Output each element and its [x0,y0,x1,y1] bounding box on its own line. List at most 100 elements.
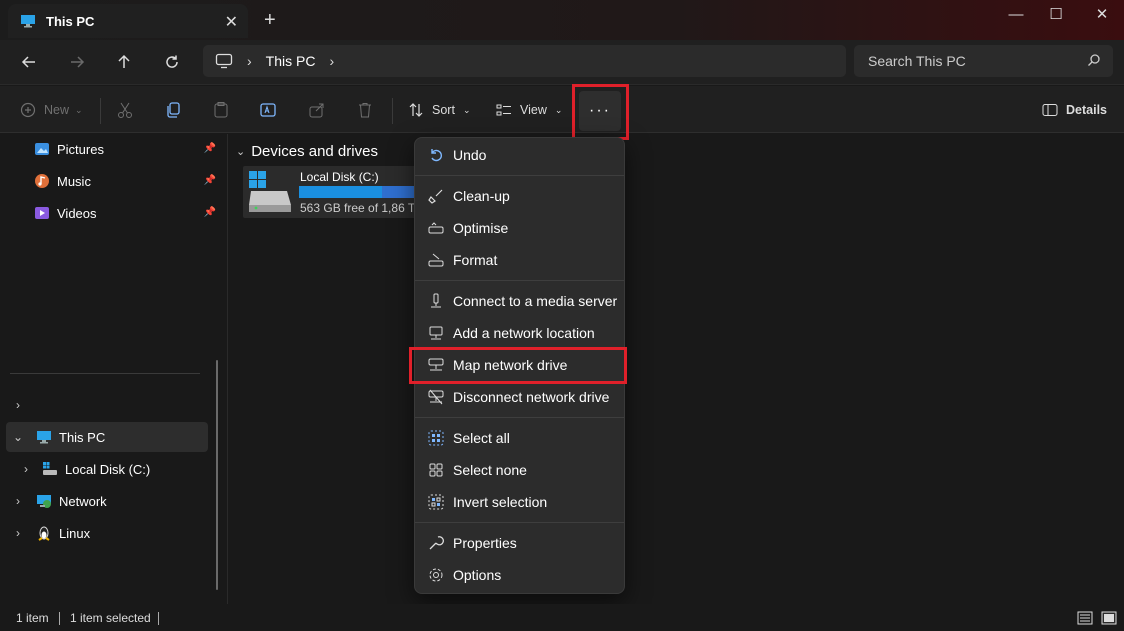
pane-divider[interactable] [227,134,228,604]
group-header-devices[interactable]: ⌄ Devices and drives [236,143,378,160]
chevron-right-icon[interactable]: › [0,494,36,508]
menu-divider [415,280,624,281]
drive-free-space: 563 GB free of 1,86 TB [300,201,424,215]
nav-scrollbar[interactable] [216,360,218,590]
chevron-right-icon[interactable]: › [0,398,36,412]
tab-title: This PC [46,13,95,29]
media-server-icon [431,293,441,308]
highlight-box [572,84,629,140]
menu-item-format[interactable]: Format [419,245,622,275]
nav-item-pictures[interactable]: Pictures 📌 [10,134,220,164]
copy-button[interactable] [164,98,182,122]
item-count: 1 item [16,611,49,625]
monitor-icon [215,53,233,69]
view-button[interactable]: View ⌄ [496,98,562,122]
chevron-right-icon[interactable]: › [0,526,36,540]
paste-icon [214,102,228,118]
sort-icon [409,103,423,117]
optimise-icon [428,222,444,234]
share-button[interactable] [308,98,326,122]
search-input[interactable]: Search This PC [854,45,1113,77]
plus-circle-icon [20,102,36,118]
music-icon [35,174,49,188]
drive-tile-local-disk[interactable]: Local Disk (C:) 563 GB free of 1,86 TB [243,166,423,218]
nav-expand-home[interactable]: › [0,390,210,420]
undo-icon [431,149,442,162]
tab-close-icon[interactable]: ✕ [225,12,238,32]
back-button[interactable] [15,50,43,74]
menu-item-select-none[interactable]: Select none [419,455,622,485]
pin-icon: 📌 [203,175,216,186]
details-view-icon[interactable] [1077,611,1093,625]
menu-item-options[interactable]: Options [419,560,622,590]
up-arrow-icon [118,54,130,68]
divider [100,98,101,124]
options-icon [429,568,443,582]
details-button[interactable]: Details [1042,98,1107,122]
pin-icon: 📌 [203,143,216,154]
nav-item-local-disk[interactable]: › Local Disk (C:) [14,454,224,484]
divider [158,612,159,625]
sort-label: Sort [432,103,455,117]
menu-divider [415,522,624,523]
pin-icon: 📌 [203,207,216,218]
nav-item-music[interactable]: Music 📌 [10,166,220,196]
address-row: › This PC › Search This PC [0,40,1124,85]
tiles-view-icon[interactable] [1101,611,1117,625]
tab-this-pc[interactable]: This PC ✕ [8,4,248,38]
rename-button[interactable] [259,98,277,122]
chevron-down-icon: ⌄ [462,104,471,115]
chevron-down-icon[interactable]: ⌄ [6,430,30,444]
menu-item-properties[interactable]: Properties [419,528,622,558]
drive-usage-fill [299,186,383,198]
breadcrumb-this-pc[interactable]: This PC [266,53,316,69]
share-icon [309,103,324,118]
cut-button[interactable] [116,98,134,122]
status-bar: 1 item 1 item selected [0,604,1124,631]
network-location-icon [429,326,443,340]
format-icon [428,253,444,267]
invert-selection-icon [428,494,444,510]
disconnect-drive-icon [428,389,444,405]
menu-divider [415,417,624,418]
new-button[interactable]: New ⌄ [20,98,83,122]
forward-button[interactable] [63,50,91,74]
menu-item-select-all[interactable]: Select all [419,423,622,453]
maximize-button[interactable]: ☐ [1032,0,1080,28]
refresh-button[interactable] [158,50,186,74]
divider [59,612,60,625]
menu-item-clean-up[interactable]: Clean-up [419,181,622,211]
up-button[interactable] [110,50,138,74]
paste-button[interactable] [212,98,230,122]
forward-arrow-icon [71,56,85,68]
address-bar[interactable]: › This PC › [203,45,846,77]
chevron-right-icon[interactable]: › [14,462,38,476]
nav-item-this-pc[interactable]: ⌄ This PC [6,422,208,452]
nav-item-linux[interactable]: › Linux [0,518,210,548]
breadcrumb-separator[interactable]: › [247,53,252,69]
rename-icon [260,103,276,117]
view-label: View [520,103,547,117]
this-pc-icon [21,15,35,28]
menu-item-invert-selection[interactable]: Invert selection [419,487,622,517]
back-arrow-icon [21,56,35,68]
menu-item-connect-media-server[interactable]: Connect to a media server [419,286,622,316]
new-label: New [44,103,70,117]
sort-button[interactable]: Sort ⌄ [408,98,470,122]
breadcrumb-separator[interactable]: › [329,53,334,69]
nav-item-videos[interactable]: Videos 📌 [10,198,220,228]
divider [392,98,393,124]
delete-button[interactable] [356,98,374,122]
trash-icon [359,103,371,118]
new-tab-button[interactable]: + [264,10,276,30]
nav-item-network[interactable]: › Network [0,486,210,516]
menu-item-disconnect-network-drive[interactable]: Disconnect network drive [419,382,622,412]
menu-item-add-network-location[interactable]: Add a network location [419,318,622,348]
drive-icon [249,171,291,212]
details-label: Details [1066,103,1107,117]
navigation-pane: Pictures 📌 Music 📌 Videos 📌 › ⌄ This PC … [0,134,226,604]
this-pc-icon [37,431,51,444]
menu-item-optimise[interactable]: Optimise [419,213,622,243]
close-button[interactable]: ✕ [1078,0,1124,28]
menu-item-undo[interactable]: Undo [419,140,622,170]
